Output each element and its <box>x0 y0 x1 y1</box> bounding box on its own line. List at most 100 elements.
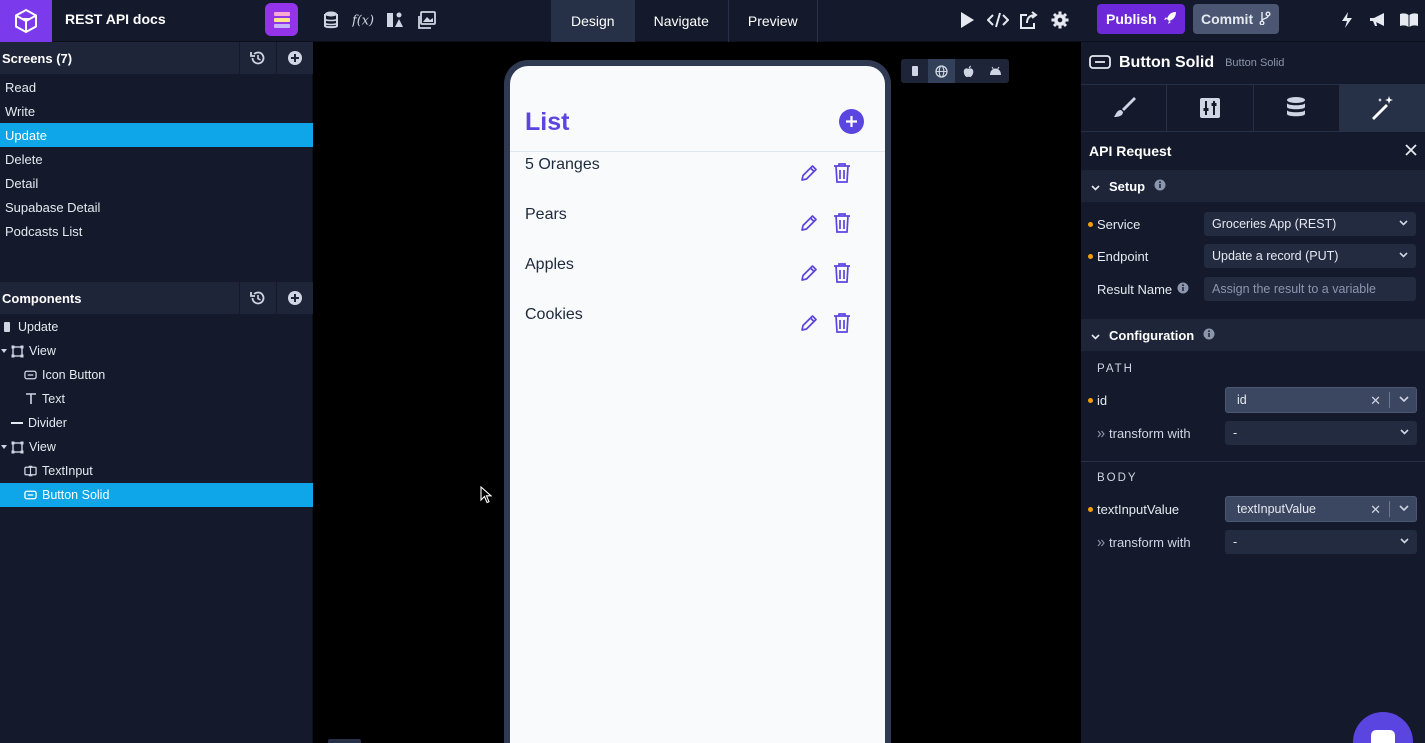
component-label: Update <box>18 320 59 334</box>
setup-section-header[interactable]: Setup <box>1081 170 1425 202</box>
trash-icon[interactable] <box>833 262 851 284</box>
component-item-button-solid[interactable]: Button Solid <box>0 483 313 507</box>
required-dot <box>1088 506 1093 512</box>
assets-icon[interactable] <box>384 9 406 31</box>
result-name-label-text: Result Name <box>1097 281 1173 297</box>
history-icon[interactable] <box>239 42 276 74</box>
web-globe-icon[interactable] <box>928 59 955 83</box>
tab-interactions[interactable] <box>1339 85 1425 131</box>
tab-style[interactable] <box>1081 85 1168 131</box>
info-icon[interactable] <box>1203 328 1215 343</box>
id-select[interactable]: id ✕ <box>1225 387 1417 413</box>
list-item[interactable]: Cookies <box>510 302 885 352</box>
list-item[interactable]: Apples <box>510 252 885 302</box>
component-label: Divider <box>28 416 67 430</box>
transform-select[interactable]: - <box>1225 421 1417 445</box>
add-item-button[interactable] <box>839 109 864 134</box>
list-header: List <box>510 66 885 152</box>
git-branch-icon <box>1259 11 1271 28</box>
project-badge-icon[interactable] <box>265 3 298 36</box>
double-chevron-right-icon <box>1097 426 1105 441</box>
apple-icon[interactable] <box>955 59 982 83</box>
component-item-icon-button[interactable]: Icon Button <box>0 363 313 387</box>
svg-text:f(x): f(x) <box>352 14 374 29</box>
clear-icon[interactable]: ✕ <box>1370 502 1381 518</box>
screen-item-detail[interactable]: Detail <box>0 171 313 195</box>
chat-support-icon[interactable] <box>1353 712 1413 743</box>
properties-panel: Button Solid Button Solid API Request Se… <box>1081 42 1425 743</box>
add-component-icon[interactable] <box>276 282 313 314</box>
screen-item-write[interactable]: Write <box>0 99 313 123</box>
app-logo-icon[interactable] <box>0 0 52 42</box>
chevron-down-icon <box>1400 535 1409 550</box>
api-request-title: API Request <box>1089 143 1172 159</box>
component-item-view-2[interactable]: View <box>0 435 313 459</box>
component-item-textinput[interactable]: TextInput <box>0 459 313 483</box>
list-title[interactable]: List <box>525 108 569 137</box>
result-name-input[interactable]: Assign the result to a variable <box>1204 277 1416 301</box>
list-item[interactable]: Pears <box>510 202 885 252</box>
play-icon[interactable] <box>956 9 978 31</box>
sliders-icon <box>1199 98 1220 118</box>
list-item[interactable]: 5 Oranges <box>510 152 885 202</box>
collapse-caret-icon[interactable] <box>0 441 8 454</box>
endpoint-select[interactable]: Update a record (PUT) <box>1204 244 1416 268</box>
id-row: id id ✕ <box>1081 387 1425 413</box>
screen-item-update[interactable]: Update <box>0 123 313 147</box>
text-input-value-select[interactable]: textInputValue ✕ <box>1225 496 1417 522</box>
android-icon[interactable] <box>982 59 1009 83</box>
pencil-icon[interactable] <box>799 163 819 183</box>
settings-gear-icon[interactable] <box>1049 9 1071 31</box>
section-divider <box>1081 461 1425 462</box>
function-icon[interactable]: f(x) <box>352 9 374 31</box>
database-icon[interactable] <box>320 9 342 31</box>
add-screen-icon[interactable] <box>276 42 313 74</box>
commit-button[interactable]: Commit <box>1193 4 1279 34</box>
tab-design[interactable]: Design <box>552 0 635 42</box>
component-label: TextInput <box>42 464 93 478</box>
screen-item-supabase-detail[interactable]: Supabase Detail <box>0 195 313 219</box>
components-history-icon[interactable] <box>239 282 276 314</box>
pencil-icon[interactable] <box>799 213 819 233</box>
component-item-view[interactable]: View <box>0 339 313 363</box>
tab-data[interactable] <box>1254 85 1340 131</box>
trash-icon[interactable] <box>833 162 851 184</box>
code-icon[interactable] <box>987 9 1009 31</box>
transform-select-2[interactable]: - <box>1225 530 1417 554</box>
close-icon[interactable] <box>1405 143 1417 159</box>
media-icon[interactable] <box>416 9 438 31</box>
rocket-icon <box>1163 11 1177 28</box>
configuration-section-header[interactable]: Configuration <box>1081 319 1425 351</box>
screen-item-podcasts-list[interactable]: Podcasts List <box>0 219 313 243</box>
component-item-text[interactable]: Text <box>0 387 313 411</box>
id-label: id <box>1097 392 1108 408</box>
tab-props[interactable] <box>1167 85 1254 131</box>
design-canvas[interactable]: List 5 Oranges Pears Apples Cookies <box>314 42 1080 743</box>
transform-label: transform with <box>1097 426 1191 441</box>
trash-icon[interactable] <box>833 312 851 334</box>
lightning-icon[interactable] <box>1336 9 1358 31</box>
pencil-icon[interactable] <box>799 313 819 333</box>
trash-icon[interactable] <box>833 212 851 234</box>
docs-book-icon[interactable] <box>1398 9 1420 31</box>
publish-button[interactable]: Publish <box>1097 4 1185 34</box>
endpoint-value: Update a record (PUT) <box>1212 249 1339 263</box>
info-icon[interactable] <box>1154 179 1166 194</box>
canvas-scroll-handle[interactable] <box>328 739 361 743</box>
screen-item-delete[interactable]: Delete <box>0 147 313 171</box>
screen-item-read[interactable]: Read <box>0 75 313 99</box>
component-item-divider[interactable]: Divider <box>0 411 313 435</box>
mobile-device-icon[interactable] <box>901 59 928 83</box>
text-input-value-value: textInputValue <box>1237 502 1316 516</box>
select-separator <box>1389 392 1390 408</box>
info-icon[interactable] <box>1177 282 1189 297</box>
share-icon[interactable] <box>1018 9 1040 31</box>
megaphone-icon[interactable] <box>1367 9 1389 31</box>
pencil-icon[interactable] <box>799 263 819 283</box>
component-item-update[interactable]: Update <box>0 315 313 339</box>
collapse-caret-icon[interactable] <box>0 345 8 358</box>
service-select[interactable]: Groceries App (REST) <box>1204 212 1416 236</box>
tab-navigate[interactable]: Navigate <box>635 0 729 42</box>
clear-icon[interactable]: ✕ <box>1370 393 1381 409</box>
tab-preview[interactable]: Preview <box>729 0 817 42</box>
